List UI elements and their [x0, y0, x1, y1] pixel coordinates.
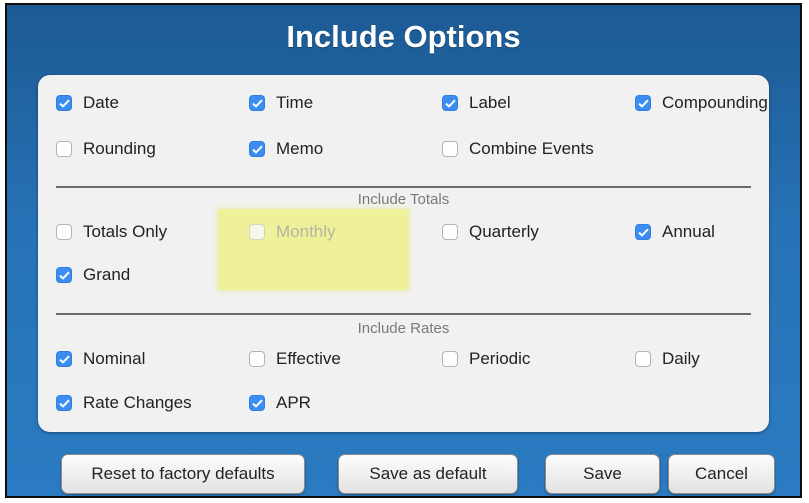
checkbox-compounding[interactable]: Compounding	[635, 91, 768, 115]
checkbox-quarterly-box[interactable]	[442, 224, 458, 240]
checkbox-monthly-label: Monthly	[276, 222, 336, 241]
checkbox-effective[interactable]: Effective	[249, 347, 341, 371]
checkmark-icon	[58, 399, 70, 408]
checkbox-time-label: Time	[276, 93, 314, 112]
checkbox-totals-only[interactable]: Totals Only	[56, 220, 167, 244]
include-options-dialog: Include Options Date Time Label Compound…	[5, 3, 802, 498]
checkbox-nominal[interactable]: Nominal	[56, 347, 145, 371]
checkbox-time-box[interactable]	[249, 95, 265, 111]
checkbox-daily-label: Daily	[662, 349, 700, 368]
checkbox-combine-events[interactable]: Combine Events	[442, 137, 594, 161]
checkbox-periodic-box[interactable]	[442, 351, 458, 367]
checkbox-grand[interactable]: Grand	[56, 263, 130, 287]
checkbox-annual-label: Annual	[662, 222, 715, 241]
checkbox-annual[interactable]: Annual	[635, 220, 715, 244]
checkbox-daily-box[interactable]	[635, 351, 651, 367]
checkbox-compounding-box[interactable]	[635, 95, 651, 111]
checkbox-effective-box[interactable]	[249, 351, 265, 367]
checkmark-icon	[251, 99, 263, 108]
checkbox-apr-box[interactable]	[249, 395, 265, 411]
checkbox-compounding-label: Compounding	[662, 93, 768, 112]
checkbox-rate-changes-box[interactable]	[56, 395, 72, 411]
reset-to-factory-defaults-button[interactable]: Reset to factory defaults	[61, 454, 305, 494]
checkbox-label-label: Label	[469, 93, 511, 112]
checkbox-date-label: Date	[83, 93, 119, 112]
checkbox-totals-only-box[interactable]	[56, 224, 72, 240]
checkbox-date-box[interactable]	[56, 95, 72, 111]
checkbox-daily[interactable]: Daily	[635, 347, 700, 371]
save-as-default-button[interactable]: Save as default	[338, 454, 518, 494]
options-panel: Date Time Label Compounding Rounding Mem…	[38, 75, 769, 432]
checkbox-monthly-box	[249, 224, 265, 240]
checkbox-grand-box[interactable]	[56, 267, 72, 283]
checkbox-rate-changes[interactable]: Rate Changes	[56, 391, 192, 415]
checkmark-icon	[637, 228, 649, 237]
checkbox-nominal-box[interactable]	[56, 351, 72, 367]
checkbox-rounding-box[interactable]	[56, 141, 72, 157]
dialog-title: Include Options	[286, 19, 521, 54]
checkbox-nominal-label: Nominal	[83, 349, 146, 368]
checkmark-icon	[444, 99, 456, 108]
checkbox-quarterly-label: Quarterly	[469, 222, 539, 241]
checkmark-icon	[58, 99, 70, 108]
checkbox-label[interactable]: Label	[442, 91, 511, 115]
checkbox-grand-label: Grand	[83, 265, 131, 284]
checkbox-combine-events-label: Combine Events	[469, 139, 594, 158]
checkbox-apr-label: APR	[276, 393, 311, 412]
section-title-rates: Include Rates	[357, 320, 450, 337]
checkbox-memo[interactable]: Memo	[249, 137, 323, 161]
save-button[interactable]: Save	[545, 454, 660, 494]
checkbox-totals-only-label: Totals Only	[83, 222, 168, 241]
checkbox-monthly: Monthly	[249, 220, 336, 244]
section-title-totals: Include Totals	[357, 191, 450, 208]
checkbox-periodic-label: Periodic	[469, 349, 531, 368]
checkbox-periodic[interactable]: Periodic	[442, 347, 530, 371]
divider-rates	[56, 313, 751, 315]
checkmark-icon	[637, 99, 649, 108]
checkbox-apr[interactable]: APR	[249, 391, 311, 415]
checkmark-icon	[251, 145, 263, 154]
checkbox-annual-box[interactable]	[635, 224, 651, 240]
checkbox-rounding[interactable]: Rounding	[56, 137, 156, 161]
divider-totals	[56, 186, 751, 188]
checkbox-rounding-label: Rounding	[83, 139, 156, 158]
checkbox-combine-events-box[interactable]	[442, 141, 458, 157]
checkmark-icon	[58, 355, 70, 364]
checkbox-time[interactable]: Time	[249, 91, 313, 115]
checkmark-icon	[251, 399, 263, 408]
checkbox-quarterly[interactable]: Quarterly	[442, 220, 539, 244]
checkbox-effective-label: Effective	[276, 349, 341, 368]
checkbox-rate-changes-label: Rate Changes	[83, 393, 192, 412]
checkbox-date[interactable]: Date	[56, 91, 119, 115]
checkbox-memo-label: Memo	[276, 139, 324, 158]
checkbox-label-box[interactable]	[442, 95, 458, 111]
checkmark-icon	[58, 271, 70, 280]
cancel-button[interactable]: Cancel	[668, 454, 775, 494]
checkbox-memo-box[interactable]	[249, 141, 265, 157]
